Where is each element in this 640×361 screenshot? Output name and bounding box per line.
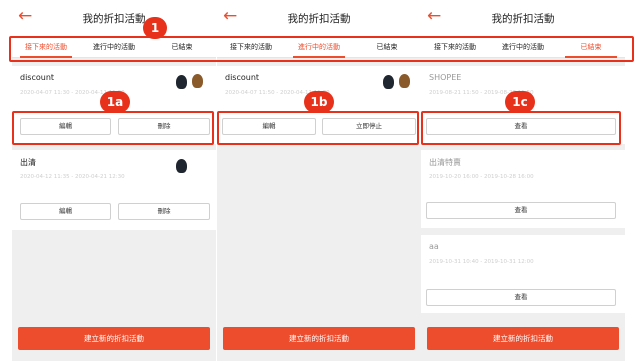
brown-avatar-icon [399,74,410,88]
promotion-name: SHOPEE [429,73,462,82]
promotion-date-range: 2019-10-20 16:00 - 2019-10-28 16:00 [429,174,534,180]
annotation-badge-1c: 1c [505,91,535,113]
annotation-badge-1a: 1a [100,91,130,113]
view-button[interactable]: 查看 [426,289,616,306]
promotion-card: 出清特賣 2019-10-20 16:00 - 2019-10-28 16:00… [421,150,625,228]
annotation-badge-1: 1 [143,17,167,39]
promotion-name: discount [20,73,55,82]
promotion-date-range: 2020-04-12 11:35 - 2020-04-21 12:30 [20,174,125,180]
promotion-card: 出清 2020-04-12 11:35 - 2020-04-21 12:30 編… [12,150,216,230]
promotion-name: 出清特賣 [429,158,461,167]
screenshot-stage: ← 我的折扣活動 接下來的活動 進行中的活動 已結束 discount 2020… [0,0,640,361]
create-promotion-button[interactable]: 建立新的折扣活動 [427,327,619,350]
dark-avatar-icon [176,159,187,173]
promotion-name: aa [429,242,439,251]
dark-avatar-icon [176,75,187,89]
card-buttons-highlight-box [12,111,214,145]
annotation-badge-1b: 1b [304,91,334,113]
dark-avatar-icon [383,75,394,89]
card-buttons-highlight-box [217,111,419,145]
brown-avatar-icon [192,74,203,88]
page-title: 我的折扣活動 [82,13,146,25]
page-title: 我的折扣活動 [287,13,351,25]
top-bar: ← 我的折扣活動 [421,0,625,36]
create-promotion-button[interactable]: 建立新的折扣活動 [223,327,415,350]
top-bar: ← 我的折扣活動 [217,0,421,36]
view-button[interactable]: 查看 [426,202,616,219]
promotion-date-range: 2019-10-31 10:40 - 2019-10-31 12:00 [429,259,534,265]
edit-button[interactable]: 編輯 [20,203,111,220]
promotion-name: 出清 [20,158,36,167]
page-title: 我的折扣活動 [491,13,555,25]
top-bar: ← 我的折扣活動 [12,0,216,36]
promotion-card: aa 2019-10-31 10:40 - 2019-10-31 12:00 查… [421,235,625,313]
promotion-name: discount [225,73,260,82]
create-promotion-button[interactable]: 建立新的折扣活動 [18,327,210,350]
delete-button[interactable]: 刪除 [118,203,210,220]
tabs-highlight-box [9,36,634,62]
card-buttons-highlight-box [421,111,621,145]
